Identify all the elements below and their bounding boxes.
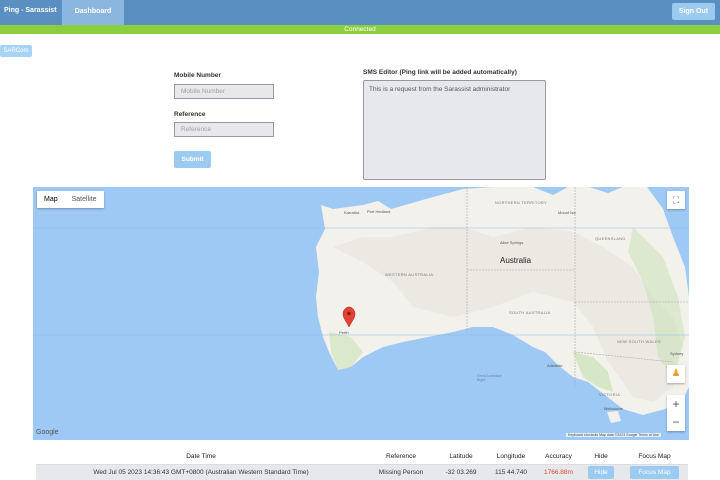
label-port-hedland: Port Hedland [367, 209, 391, 214]
cell-hide: Hide [581, 464, 621, 480]
col-header-accuracy: Accuracy [536, 450, 581, 465]
cell-latitude: -32 03.269 [436, 464, 486, 480]
focus-map-button[interactable]: Focus Map [630, 465, 679, 479]
reference-input[interactable] [174, 122, 274, 137]
label-karratha: Karratha [344, 210, 360, 215]
mobile-number-input[interactable] [174, 84, 274, 99]
label-western-australia: WESTERN AUSTRALIA [385, 272, 434, 277]
map-type-control: Map Satellite [37, 191, 104, 208]
sms-editor-textarea[interactable]: This is a request from the Sarassist adm… [363, 80, 546, 180]
map-type-map[interactable]: Map [37, 191, 65, 208]
col-header-longitude: Longitude [486, 450, 536, 465]
google-logo: Google [36, 429, 59, 436]
connection-status-bar: Connected [0, 25, 720, 34]
sms-editor-label: SMS Editor (Ping link will be added auto… [363, 69, 517, 76]
label-great-australian-bight: Great Australian Bight [477, 374, 503, 382]
pegman-icon[interactable]: ♟ [667, 365, 685, 383]
label-adelaide: Adelaide [547, 363, 563, 368]
table-header-row: Date Time Reference Latitude Longitude A… [36, 450, 688, 465]
label-melbourne: Melbourne [604, 406, 623, 411]
label-perth: Perth [339, 330, 349, 335]
label-mount-isa: Mount Isa [558, 210, 576, 215]
label-queensland: QUEENSLAND [595, 236, 626, 241]
label-alice-springs: Alice Springs [500, 240, 524, 245]
col-header-hide: Hide [581, 450, 621, 465]
hide-button[interactable]: Hide [588, 465, 614, 479]
app-brand[interactable]: Ping - Sarassist [4, 7, 57, 14]
submit-button[interactable]: Submit [174, 151, 211, 168]
cell-reference: Missing Person [366, 464, 436, 480]
label-new-south-wales: NEW SOUTH WALES [617, 339, 661, 344]
map-attribution[interactable]: Keyboard shortcuts Map data ©2023 Google… [566, 433, 661, 437]
zoom-control: + − [667, 395, 685, 431]
sign-out-button[interactable]: Sign Out [672, 3, 715, 20]
cell-longitude: 115 44.740 [486, 464, 536, 480]
table-row: Wed Jul 05 2023 14:36:43 GMT+0800 (Austr… [36, 464, 688, 480]
label-sydney: Sydney [670, 351, 684, 356]
mobile-number-label: Mobile Number [174, 72, 221, 79]
map-type-satellite[interactable]: Satellite [65, 191, 104, 208]
zoom-in-icon[interactable]: + [667, 395, 685, 413]
pings-table: Date Time Reference Latitude Longitude A… [36, 450, 688, 480]
reference-label: Reference [174, 111, 206, 118]
sarcom-button[interactable]: SARCom [0, 45, 32, 57]
map-view[interactable]: Map Satellite ⛶ ♟ + − Australia WESTERN … [33, 187, 689, 440]
col-header-latitude: Latitude [436, 450, 486, 465]
col-header-datetime: Date Time [36, 450, 366, 465]
tab-dashboard[interactable]: Dashboard [62, 0, 124, 25]
cell-focus-map: Focus Map [621, 464, 688, 480]
fullscreen-icon[interactable]: ⛶ [667, 191, 685, 209]
cell-datetime: Wed Jul 05 2023 14:36:43 GMT+0800 (Austr… [36, 464, 366, 480]
label-northern-territory: NORTHERN TERRITORY [495, 200, 547, 205]
zoom-out-icon[interactable]: − [667, 413, 685, 431]
label-victoria: VICTORIA [599, 392, 621, 397]
label-south-australia: SOUTH AUSTRALIA [509, 310, 551, 315]
cell-accuracy: 1766.88m [536, 464, 581, 480]
top-navbar: Ping - Sarassist Dashboard Sign Out [0, 0, 720, 25]
label-australia: Australia [500, 256, 532, 265]
col-header-reference: Reference [366, 450, 436, 465]
col-header-focus-map: Focus Map [621, 450, 688, 465]
map-land-shapes [33, 187, 689, 423]
